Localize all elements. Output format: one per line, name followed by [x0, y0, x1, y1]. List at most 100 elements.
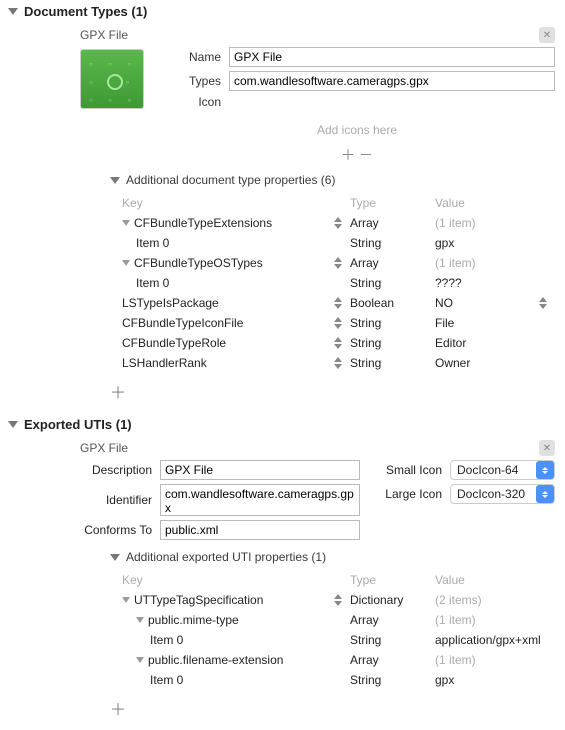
table-row[interactable]: LSHandlerRank StringOwner [110, 353, 555, 373]
col-value: Value [435, 196, 555, 210]
prop-type: String [350, 236, 435, 250]
chevron-down-icon [110, 554, 120, 561]
chevron-down-icon [8, 421, 18, 428]
prop-type: String [350, 356, 435, 370]
section-document-types[interactable]: Document Types (1) [0, 0, 565, 23]
uti-item-header: GPX File ✕ [0, 436, 565, 460]
table-row[interactable]: public.mime-typeArray(1 item) [110, 610, 555, 630]
icon-label: Icon [159, 95, 229, 109]
table-row[interactable]: CFBundleTypeRoleStringEditor [110, 333, 555, 353]
prop-type: Array [350, 256, 435, 270]
add-doctype-prop-button[interactable]: ＋ [0, 373, 565, 413]
prop-key: CFBundleTypeRole [122, 336, 226, 350]
prop-value: gpx [435, 673, 555, 687]
remove-icon-button[interactable]: － [359, 147, 373, 163]
prop-value: (2 items) [435, 593, 555, 607]
table-row[interactable]: UTTypeTagSpecification Dictionary(2 items… [110, 590, 555, 610]
key-stepper[interactable] [334, 594, 342, 606]
chevron-down-icon[interactable] [122, 220, 130, 226]
uti-props-table: Key Type Value UTTypeTagSpecification Dic… [110, 570, 555, 690]
prop-value: Owner [435, 356, 555, 370]
additional-doctype-props-header[interactable]: Additional document type properties (6) [0, 167, 565, 193]
prop-key: LSHandlerRank [122, 356, 207, 370]
doctype-icon-preview[interactable] [80, 49, 144, 109]
name-label: Name [159, 50, 229, 64]
description-input[interactable] [160, 460, 360, 480]
prop-value: NO [435, 296, 555, 310]
add-icon-button[interactable]: ＋ [341, 147, 355, 163]
prop-key: Item 0 [136, 276, 169, 290]
prop-key: Item 0 [136, 236, 169, 250]
doctype-item-title: GPX File [80, 28, 539, 42]
table-row[interactable]: public.filename-extension Array(1 item) [110, 650, 555, 670]
doctype-props-table: Key Type Value CFBundleTypeExtensionsArr… [110, 193, 555, 373]
identifier-input[interactable] [160, 484, 360, 516]
additional-uti-props-header[interactable]: Additional exported UTI properties (1) [0, 544, 565, 570]
value-stepper[interactable] [539, 297, 547, 309]
table-row[interactable]: LSTypeIsPackageBooleanNO [110, 293, 555, 313]
large-icon-select[interactable]: DocIcon-320 [450, 484, 555, 504]
table-row[interactable]: Item 0 Stringgpx [110, 233, 555, 253]
key-stepper[interactable] [334, 317, 342, 329]
remove-doctype-button[interactable]: ✕ [539, 27, 555, 43]
add-icons-hint[interactable]: Add icons here [159, 113, 555, 143]
prop-value: ???? [435, 276, 555, 290]
prop-value: gpx [435, 236, 555, 250]
large-icon-value: DocIcon-320 [457, 487, 536, 501]
table-row[interactable]: CFBundleTypeOSTypesArray(1 item) [110, 253, 555, 273]
prop-key: public.filename-extension [148, 653, 283, 667]
chevron-down-icon[interactable] [136, 617, 144, 623]
table-row[interactable]: Item 0String???? [110, 273, 555, 293]
large-icon-label: Large Icon [380, 487, 450, 501]
prop-type: Array [350, 653, 435, 667]
prop-type: String [350, 633, 435, 647]
chevron-down-icon[interactable] [122, 597, 130, 603]
prop-key: Item 0 [150, 633, 183, 647]
small-icon-select[interactable]: DocIcon-64 [450, 460, 555, 480]
prop-value: application/gpx+xml [435, 633, 555, 647]
chevron-down-icon[interactable] [136, 657, 144, 663]
remove-uti-button[interactable]: ✕ [539, 440, 555, 456]
col-value: Value [435, 573, 555, 587]
table-row[interactable]: CFBundleTypeExtensionsArray(1 item) [110, 213, 555, 233]
add-uti-prop-button[interactable]: ＋ [0, 690, 565, 730]
key-stepper[interactable] [334, 337, 342, 349]
prop-type: Array [350, 613, 435, 627]
uti-body: Description Small Icon DocIcon-64 Identi… [0, 460, 565, 540]
key-stepper[interactable] [334, 217, 342, 229]
key-stepper[interactable] [334, 357, 342, 369]
small-icon-label: Small Icon [380, 463, 450, 477]
section-title: Document Types (1) [24, 4, 147, 19]
key-stepper[interactable] [334, 297, 342, 309]
chevron-down-icon[interactable] [122, 260, 130, 266]
prop-type: Dictionary [350, 593, 435, 607]
table-row[interactable]: Item 0 Stringgpx [110, 670, 555, 690]
name-input[interactable] [229, 47, 555, 67]
description-label: Description [80, 463, 160, 477]
additional-doctype-props-title: Additional document type properties (6) [126, 173, 335, 187]
types-label: Types [159, 74, 229, 88]
prop-type: String [350, 316, 435, 330]
conforms-label: Conforms To [80, 523, 160, 537]
table-row[interactable]: CFBundleTypeIconFile StringFile [110, 313, 555, 333]
prop-key: UTTypeTagSpecification [134, 593, 263, 607]
section-exported-utis[interactable]: Exported UTIs (1) [0, 413, 565, 436]
section-title: Exported UTIs (1) [24, 417, 132, 432]
conforms-input[interactable] [160, 520, 360, 540]
col-key: Key [110, 196, 350, 210]
chevron-down-icon [110, 177, 120, 184]
prop-value: (1 item) [435, 613, 555, 627]
table-row[interactable]: Item 0 Stringapplication/gpx+xml [110, 630, 555, 650]
col-type: Type [350, 573, 435, 587]
col-key: Key [110, 573, 350, 587]
prop-value: (1 item) [435, 653, 555, 667]
chevron-down-icon [8, 8, 18, 15]
prop-value: File [435, 316, 555, 330]
doctype-body: Name Types Icon Add icons here ＋ － [0, 47, 565, 167]
prop-key: CFBundleTypeIconFile [122, 316, 243, 330]
uti-item-title: GPX File [80, 441, 539, 455]
key-stepper[interactable] [334, 257, 342, 269]
types-input[interactable] [229, 71, 555, 91]
prop-key: Item 0 [150, 673, 183, 687]
prop-type: String [350, 673, 435, 687]
